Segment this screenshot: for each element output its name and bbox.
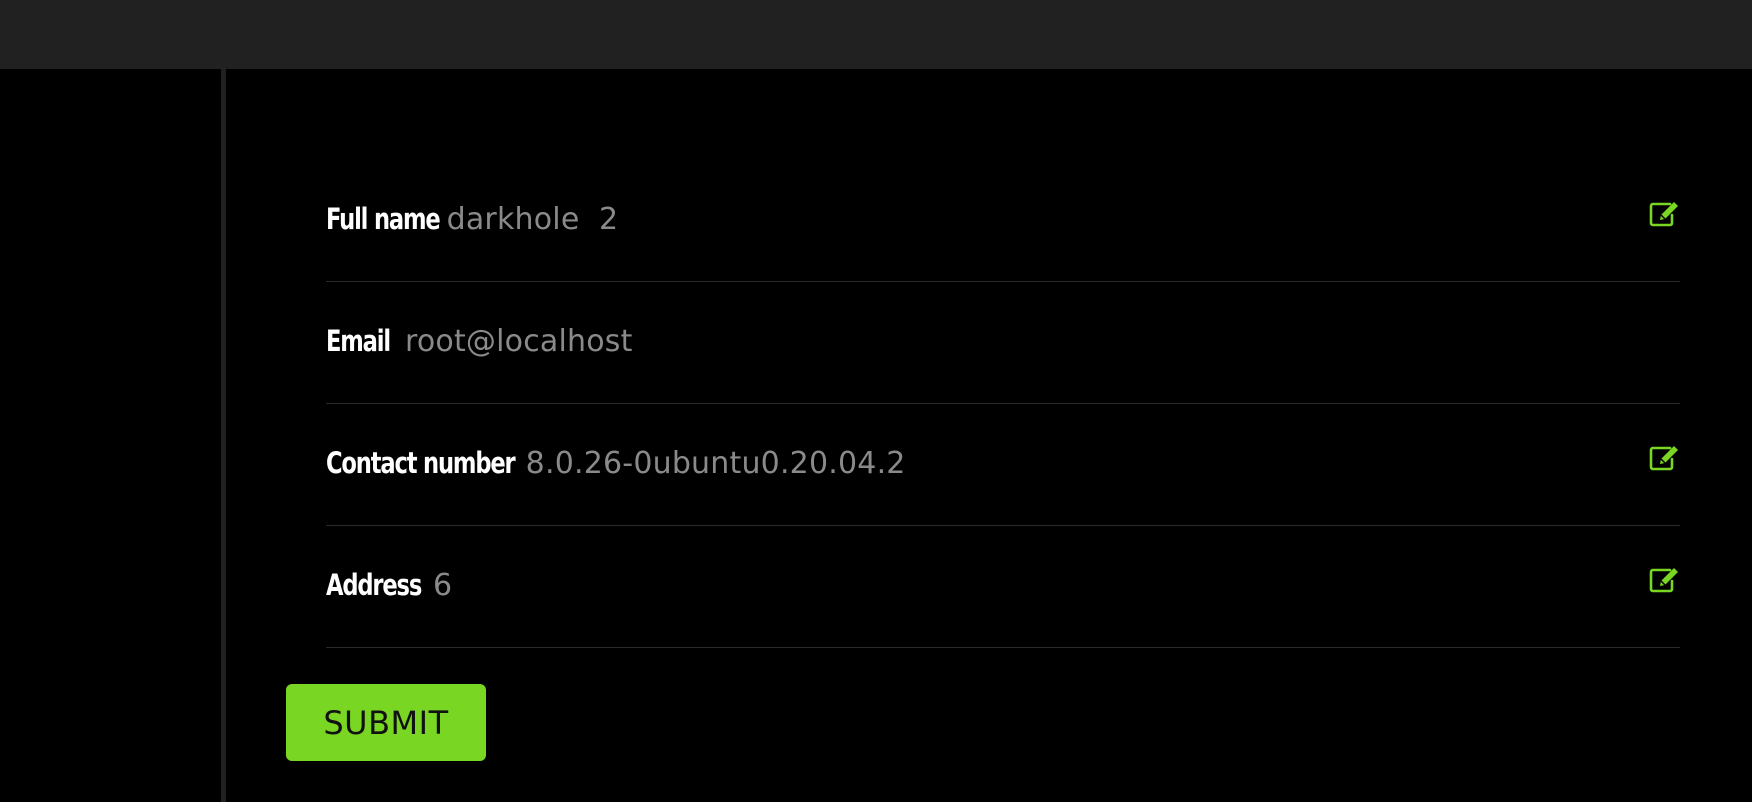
profile-row-contact-number: Contact number 8.0.26-0ubuntu0.20.04.2 [326, 404, 1680, 526]
edit-icon[interactable] [1648, 566, 1680, 594]
edit-icon[interactable] [1648, 200, 1680, 228]
full-name-value: darkhole 2 [446, 202, 619, 237]
profile-row-full-name: Full name darkhole 2 [326, 160, 1680, 282]
edit-icon[interactable] [1648, 444, 1680, 472]
top-bar [0, 0, 1752, 69]
address-value: 6 [432, 568, 453, 603]
profile-row-address: Address 6 [326, 526, 1680, 648]
left-sidebar-panel [0, 69, 221, 802]
full-name-label: Full name [326, 202, 441, 236]
submit-button[interactable]: SUBMIT [286, 684, 486, 761]
email-value: root@localhost [404, 324, 633, 359]
profile-details-list: Full name darkhole 2 Email root@localhos… [326, 160, 1680, 648]
contact-number-value: 8.0.26-0ubuntu0.20.04.2 [525, 446, 906, 481]
address-label: Address [326, 568, 422, 602]
profile-row-email: Email root@localhost [326, 282, 1680, 404]
contact-number-label: Contact number [326, 446, 516, 480]
email-label: Email [326, 324, 391, 358]
